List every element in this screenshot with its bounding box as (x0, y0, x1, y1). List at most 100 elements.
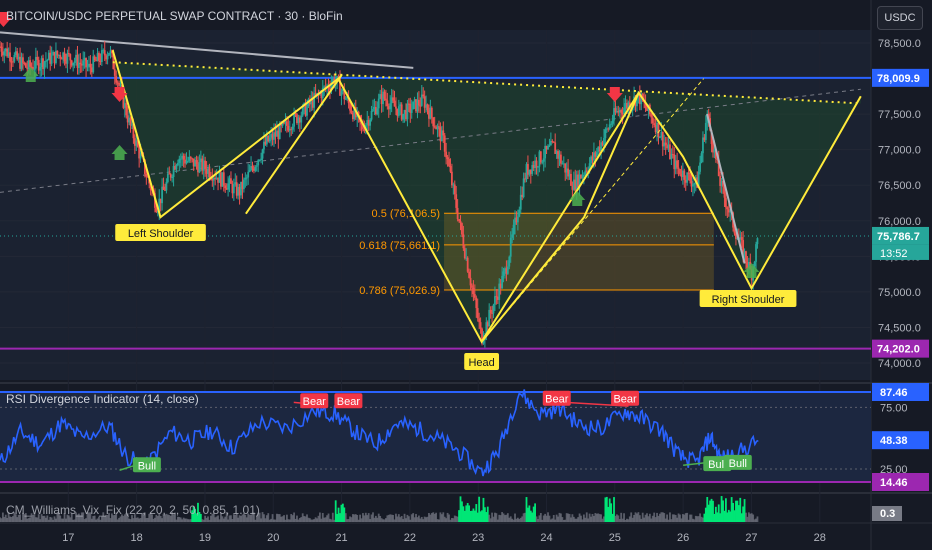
candle-body (651, 117, 654, 124)
fib-level-label: 0.786 (75,026.9) (359, 285, 440, 297)
candle-body (247, 171, 250, 178)
rsi-lower-label: 14.46 (880, 477, 908, 489)
candle-body (260, 158, 262, 160)
last-price-label: 75,786.7 (877, 231, 920, 243)
candle-body (369, 119, 372, 126)
candle-body (300, 115, 303, 123)
candle-body (450, 171, 453, 186)
candle-body (397, 106, 400, 116)
y-tick-label: 76,000.0 (878, 216, 921, 228)
candle-body (753, 261, 756, 267)
candle-body (410, 109, 413, 113)
candle-body (659, 137, 661, 139)
candle-body (704, 122, 707, 140)
candle-body (620, 109, 623, 113)
candle-body (187, 160, 189, 162)
resistance-price-label: 78,009.9 (877, 73, 920, 85)
candle-body (679, 168, 681, 175)
rsi-tick-label: 75.00 (880, 402, 908, 414)
candle-body (251, 166, 254, 169)
candle-body (522, 178, 525, 198)
candle-body (611, 120, 614, 124)
candle-body (171, 176, 174, 178)
x-tick-label: 23 (472, 532, 484, 544)
candle-body (650, 114, 653, 118)
candle-body (179, 158, 182, 160)
candle-body (115, 75, 118, 83)
head-label: Head (468, 357, 494, 369)
candle-body (473, 294, 476, 298)
candle-body (430, 107, 433, 118)
candle-body (204, 160, 207, 169)
x-tick-label: 19 (199, 532, 211, 544)
candle-body (443, 135, 446, 152)
candle-body (24, 63, 27, 68)
candle-body (469, 277, 472, 286)
candle-body (46, 60, 49, 62)
candle-body (442, 130, 445, 136)
bear-divergence-label: Bear (337, 396, 361, 408)
candle-body (664, 142, 667, 146)
candle-body (106, 55, 109, 60)
candle-body (176, 162, 179, 166)
y-tick-label: 74,500.0 (878, 322, 921, 334)
candle-body (13, 55, 16, 62)
candle-body (67, 53, 70, 55)
candle-body (258, 159, 261, 161)
candle-body (0, 46, 3, 52)
candle-body (471, 285, 473, 288)
candle-body (372, 109, 374, 112)
candle-body (377, 98, 380, 109)
candle-body (50, 55, 53, 64)
candle-body (98, 53, 100, 61)
x-tick-label: 20 (267, 532, 279, 544)
candle-body (113, 69, 116, 76)
candle-body (73, 61, 76, 63)
candle-body (478, 318, 481, 323)
candle-body (198, 162, 201, 173)
candle-body (350, 110, 353, 113)
candle-body (22, 57, 24, 63)
candle-body (449, 165, 452, 172)
candle-body (726, 207, 729, 210)
candle-body (519, 194, 522, 210)
candle-body (448, 159, 450, 166)
candle-body (699, 162, 701, 172)
candle-body (230, 178, 232, 184)
candle-body (306, 106, 308, 116)
x-tick-label: 28 (814, 532, 826, 544)
x-tick-label: 22 (404, 532, 416, 544)
candle-body (100, 50, 103, 62)
candle-body (66, 53, 69, 64)
chart-root[interactable]: 78,500.078,000.077,500.077,000.076,500.0… (0, 0, 932, 550)
candle-body (36, 57, 39, 60)
candle-body (85, 58, 87, 68)
candle-body (392, 97, 394, 101)
candle-body (479, 322, 482, 329)
right-shoulder-label: Right Shoulder (712, 294, 785, 306)
chart-svg[interactable]: 78,500.078,000.077,500.077,000.076,500.0… (0, 0, 932, 550)
vix-title: CM_Williams_Vix_Fix (22, 20, 2, 50, 0.85… (6, 503, 260, 517)
candle-body (461, 223, 463, 235)
candle-body (537, 166, 539, 168)
candle-body (422, 94, 425, 97)
candle-body (103, 50, 106, 56)
candle-body (462, 234, 465, 249)
candle-body (475, 297, 478, 309)
candle-body (463, 248, 466, 259)
rsi-title: RSI Divergence Indicator (14, close) (6, 392, 199, 406)
candle-body (232, 184, 235, 194)
candle-body (175, 165, 178, 170)
bull-divergence-label: Bull (729, 458, 747, 470)
x-tick-label: 18 (131, 532, 143, 544)
bear-divergence-label: Bear (613, 394, 637, 406)
currency-button[interactable]: USDC (877, 6, 923, 30)
candle-body (700, 153, 703, 163)
candle-body (166, 173, 169, 182)
x-tick-label: 25 (609, 532, 621, 544)
candle-body (72, 62, 75, 66)
candle-body (162, 186, 165, 190)
candle-body (59, 54, 62, 59)
y-tick-label: 75,000.0 (878, 287, 921, 299)
x-tick-label: 26 (677, 532, 689, 544)
